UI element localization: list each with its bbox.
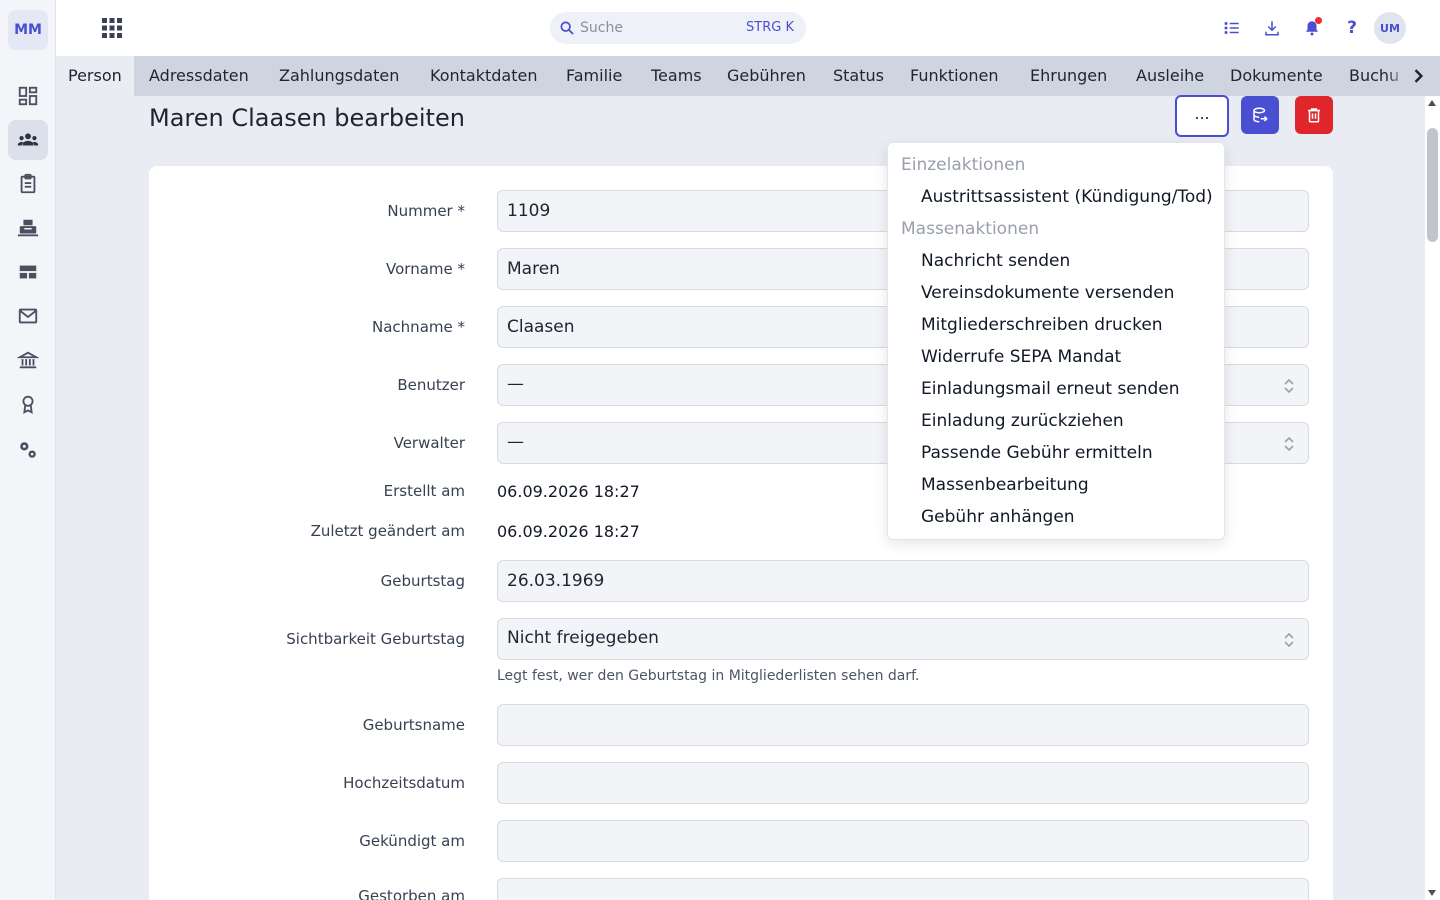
bank-icon	[17, 351, 39, 369]
help-button[interactable]: ?	[1340, 16, 1364, 40]
verwalter-label: Verwalter	[393, 434, 465, 452]
sidebar-item-layout[interactable]	[8, 252, 48, 292]
download-icon	[1265, 21, 1279, 36]
sidebar-item-honors[interactable]	[8, 384, 48, 424]
sidebar: MM	[0, 0, 56, 900]
scroll-thumb[interactable]	[1427, 128, 1438, 242]
tab-adressdaten[interactable]: Adressdaten	[137, 56, 261, 96]
tab-gebuehren[interactable]: Gebühren	[715, 56, 818, 96]
hochzeitsdatum-label: Hochzeitsdatum	[343, 774, 465, 792]
sidebar-item-print[interactable]	[8, 208, 48, 248]
notification-dot	[1315, 17, 1322, 24]
sidebar-item-members[interactable]	[8, 120, 48, 160]
gestorben-field[interactable]	[497, 878, 1309, 900]
geaendert-label: Zuletzt geändert am	[310, 522, 465, 540]
gekuendigt-label: Gekündigt am	[359, 832, 465, 850]
select-arrows-icon	[1284, 436, 1294, 452]
award-icon	[22, 395, 34, 414]
sichtbarkeit-value: Nicht freigegeben	[507, 628, 659, 648]
tab-dokumente[interactable]: Dokumente	[1218, 56, 1335, 96]
accounting-icon	[1253, 107, 1268, 123]
page-scrollbar[interactable]	[1425, 96, 1440, 900]
gekuendigt-field[interactable]	[497, 820, 1309, 862]
menu-item-vereinsdokumente[interactable]: Vereinsdokumente versenden	[921, 283, 1174, 303]
geburtsname-field[interactable]	[497, 704, 1309, 746]
dashboard-icon	[18, 86, 38, 106]
tab-teams[interactable]: Teams	[639, 56, 714, 96]
search-input[interactable]	[580, 12, 730, 44]
menu-item-nachricht-senden[interactable]: Nachricht senden	[921, 251, 1070, 271]
menu-heading-mass: Massenaktionen	[901, 219, 1040, 239]
select-arrows-icon	[1284, 378, 1294, 394]
menu-item-widerrufe-sepa[interactable]: Widerrufe SEPA Mandat	[921, 347, 1121, 367]
sidebar-item-tasks[interactable]	[8, 164, 48, 204]
apps-grid-icon[interactable]	[100, 16, 124, 40]
menu-item-gebuehr-ermitteln[interactable]: Passende Gebühr ermitteln	[921, 443, 1153, 463]
tab-kontaktdaten[interactable]: Kontaktdaten	[418, 56, 549, 96]
members-icon	[17, 133, 39, 146]
menu-item-einladungsmail[interactable]: Einladungsmail erneut senden	[921, 379, 1180, 399]
trash-icon	[1308, 108, 1320, 123]
menu-item-massenbearbeitung[interactable]: Massenbearbeitung	[921, 475, 1089, 495]
geaendert-value: 06.09.2026 18:27	[497, 522, 640, 541]
geburtsname-label: Geburtsname	[362, 716, 465, 734]
hochzeitsdatum-field[interactable]	[497, 762, 1309, 804]
erstellt-label: Erstellt am	[383, 482, 465, 500]
chevron-right-icon[interactable]	[1408, 66, 1428, 86]
menu-item-gebuehr-anhaengen[interactable]: Gebühr anhängen	[921, 507, 1075, 527]
tab-familie[interactable]: Familie	[554, 56, 634, 96]
search-bar[interactable]: STRG K	[550, 12, 806, 44]
sidebar-item-dashboard[interactable]	[8, 76, 48, 116]
list-icon	[1224, 22, 1239, 34]
mail-icon	[18, 308, 38, 324]
actions-dropdown-menu: Einzelaktionen Austrittsassistent (Kündi…	[887, 142, 1225, 540]
page-title: Maren Claasen bearbeiten	[149, 104, 465, 132]
menu-item-mitgliederschreiben[interactable]: Mitgliederschreiben drucken	[921, 315, 1163, 335]
menu-item-austrittsassistent[interactable]: Austrittsassistent (Kündigung/Tod)	[921, 187, 1213, 207]
sichtbarkeit-label: Sichtbarkeit Geburtstag	[286, 630, 465, 648]
sidebar-item-finance[interactable]	[8, 340, 48, 380]
menu-item-einladung-zurueckziehen[interactable]: Einladung zurückziehen	[921, 411, 1124, 431]
printer-icon	[17, 219, 39, 237]
tab-bar: Person Adressdaten Zahlungsdaten Kontakt…	[56, 56, 1440, 96]
user-avatar[interactable]: UM	[1374, 12, 1406, 44]
notifications-button[interactable]	[1300, 16, 1324, 40]
settings-icon	[20, 442, 36, 458]
scroll-down-arrow[interactable]	[1428, 890, 1436, 896]
select-arrows-icon	[1284, 632, 1294, 648]
table-icon	[19, 265, 37, 279]
sichtbarkeit-help-text: Legt fest, wer den Geburtstag in Mitglie…	[497, 668, 920, 684]
tab-funktionen[interactable]: Funktionen	[898, 56, 1011, 96]
scroll-up-arrow[interactable]	[1428, 100, 1436, 106]
vorname-label: Vorname *	[386, 260, 465, 278]
clipboard-icon	[20, 173, 36, 194]
downloads-button[interactable]	[1260, 16, 1284, 40]
menu-heading-single: Einzelaktionen	[901, 155, 1026, 175]
delete-button[interactable]	[1295, 96, 1333, 134]
sidebar-item-mail[interactable]	[8, 296, 48, 336]
search-icon	[560, 21, 574, 35]
org-logo[interactable]: MM	[8, 10, 48, 50]
geburtstag-label: Geburtstag	[380, 572, 465, 590]
tab-status[interactable]: Status	[821, 56, 896, 96]
tasks-list-button[interactable]	[1220, 16, 1244, 40]
tab-ausleihe[interactable]: Ausleihe	[1124, 56, 1216, 96]
search-shortcut: STRG K	[746, 20, 794, 35]
topbar: STRG K ? UM	[56, 0, 1440, 56]
verwalter-value: —	[507, 432, 524, 452]
nummer-label: Nummer *	[387, 202, 465, 220]
geburtstag-field[interactable]	[497, 560, 1309, 602]
accounting-button[interactable]	[1241, 96, 1279, 134]
tab-zahlungsdaten[interactable]: Zahlungsdaten	[267, 56, 411, 96]
tab-person[interactable]: Person	[56, 56, 134, 96]
more-actions-button[interactable]: ...	[1175, 95, 1229, 137]
benutzer-label: Benutzer	[397, 376, 465, 394]
benutzer-value: —	[507, 374, 524, 394]
sichtbarkeit-select[interactable]: Nicht freigegeben	[497, 618, 1309, 660]
sidebar-item-settings[interactable]	[8, 430, 48, 470]
erstellt-value: 06.09.2026 18:27	[497, 482, 640, 501]
tab-ehrungen[interactable]: Ehrungen	[1018, 56, 1119, 96]
nachname-label: Nachname *	[372, 318, 465, 336]
gestorben-label: Gestorben am	[358, 887, 465, 900]
